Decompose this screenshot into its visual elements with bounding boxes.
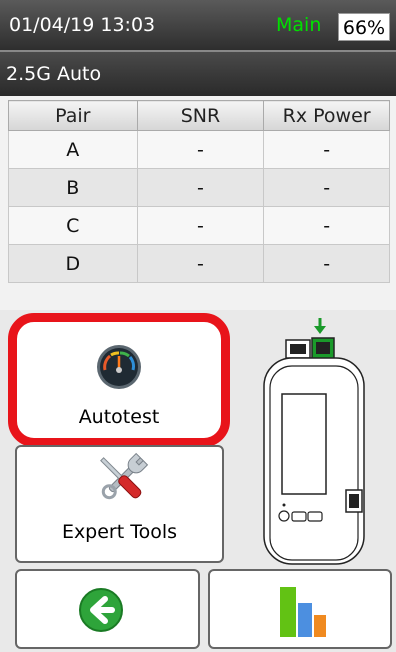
table-row: C - - [8, 206, 390, 245]
tester-device-icon [263, 318, 365, 565]
snr-cell: - [136, 206, 265, 245]
link-speed: 2.5G Auto [6, 63, 102, 85]
autotest-button[interactable]: Autotest [8, 313, 230, 447]
status-bar: 01/04/19 13:03 Main 66% [0, 0, 396, 50]
link-speed-bar: 2.5G Auto [0, 50, 396, 96]
back-button[interactable] [15, 569, 200, 649]
table-row: D - - [8, 244, 390, 283]
rx-power-cell: - [263, 206, 390, 245]
bar-chart-icon [280, 587, 326, 637]
pair-cell: D [8, 244, 138, 283]
wrench-screwdriver-icon [100, 452, 149, 500]
col-header-pair: Pair [8, 100, 138, 131]
rx-power-cell: - [263, 130, 390, 169]
datetime: 01/04/19 13:03 [9, 14, 156, 36]
pair-cell: C [8, 206, 138, 245]
autotest-label: Autotest [78, 406, 160, 428]
table-row: A - - [8, 130, 390, 169]
pair-table: Pair SNR Rx Power A - - B - - C - - D - … [8, 100, 390, 283]
col-header-snr: SNR [136, 100, 265, 131]
table-row: B - - [8, 168, 390, 207]
rx-power-cell: - [263, 168, 390, 207]
expert-tools-button[interactable]: Expert Tools [15, 445, 224, 563]
pair-cell: A [8, 130, 138, 169]
expert-tools-label: Expert Tools [61, 521, 178, 543]
pair-cell: B [8, 168, 138, 207]
gauge-icon [97, 345, 141, 389]
main-unit-label: Main [276, 14, 322, 36]
snr-cell: - [136, 244, 265, 283]
pair-table-panel: Pair SNR Rx Power A - - B - - C - - D - … [0, 96, 396, 310]
snr-cell: - [136, 168, 265, 207]
snr-cell: - [136, 130, 265, 169]
battery-level: 66% [338, 13, 390, 41]
back-arrow-icon [79, 588, 123, 632]
rx-power-cell: - [263, 244, 390, 283]
results-button[interactable] [208, 569, 392, 649]
col-header-rx-power: Rx Power [263, 100, 390, 131]
